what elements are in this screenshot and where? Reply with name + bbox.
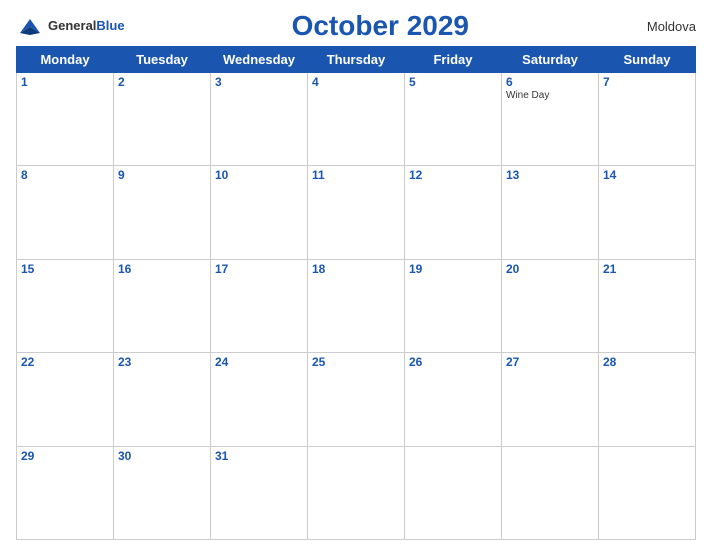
day-number: 27 [506,355,594,369]
calendar-cell: 29 [17,446,114,539]
calendar-week-3: 15 16 17 18 19 20 21 [17,259,696,352]
calendar-cell: 20 [502,259,599,352]
day-number: 7 [603,75,691,89]
calendar-cell: 3 [211,73,308,166]
day-number: 1 [21,75,109,89]
day-number: 25 [312,355,400,369]
logo-blue: Blue [96,18,124,33]
day-number: 9 [118,168,206,182]
weekday-header-thursday: Thursday [308,47,405,73]
calendar-week-4: 22 23 24 25 26 27 28 [17,353,696,446]
weekday-header-tuesday: Tuesday [114,47,211,73]
day-number: 31 [215,449,303,463]
calendar-cell [502,446,599,539]
day-number: 4 [312,75,400,89]
country-label: Moldova [636,19,696,34]
logo-bird-icon [16,15,44,37]
calendar-cell: 31 [211,446,308,539]
day-number: 2 [118,75,206,89]
calendar-cell: 25 [308,353,405,446]
calendar-cell: 2 [114,73,211,166]
day-number: 26 [409,355,497,369]
calendar-cell: 21 [599,259,696,352]
calendar-cell: 4 [308,73,405,166]
calendar-cell: 15 [17,259,114,352]
calendar-cell: 11 [308,166,405,259]
calendar-cell: 28 [599,353,696,446]
calendar-cell: 10 [211,166,308,259]
calendar-week-2: 89 10 11 12 13 14 [17,166,696,259]
day-number: 8 [21,168,109,182]
logo-general: General [48,18,96,33]
day-number: 22 [21,355,109,369]
calendar-cell: 24 [211,353,308,446]
calendar-table: MondayTuesdayWednesdayThursdayFridaySatu… [16,46,696,540]
calendar-week-1: 123456Wine Day7 [17,73,696,166]
calendar-cell: 17 [211,259,308,352]
calendar-cell: 18 [308,259,405,352]
calendar-cell [405,446,502,539]
calendar-cell: 23 [114,353,211,446]
calendar-cell [599,446,696,539]
day-number: 10 [215,168,303,182]
calendar-cell: 6Wine Day [502,73,599,166]
event-label: Wine Day [506,90,594,101]
calendar-cell: 9 [114,166,211,259]
calendar-cell: 14 [599,166,696,259]
day-number: 12 [409,168,497,182]
logo: GeneralBlue [16,15,125,37]
calendar-cell: 8 [17,166,114,259]
day-number: 3 [215,75,303,89]
weekday-header-row: MondayTuesdayWednesdayThursdayFridaySatu… [17,47,696,73]
calendar-cell: 7 [599,73,696,166]
weekday-header-wednesday: Wednesday [211,47,308,73]
calendar-cell: 26 [405,353,502,446]
calendar-title: October 2029 [125,10,636,42]
day-number: 28 [603,355,691,369]
calendar-cell: 12 [405,166,502,259]
calendar-week-5: 29 30 31 [17,446,696,539]
calendar-cell: 22 [17,353,114,446]
day-number: 15 [21,262,109,276]
logo-text: GeneralBlue [48,17,125,35]
weekday-header-monday: Monday [17,47,114,73]
day-number: 21 [603,262,691,276]
day-number: 24 [215,355,303,369]
day-number: 20 [506,262,594,276]
page-header: GeneralBlue October 2029 Moldova [16,10,696,42]
day-number: 19 [409,262,497,276]
weekday-header-sunday: Sunday [599,47,696,73]
day-number: 6 [506,75,594,89]
day-number: 30 [118,449,206,463]
calendar-cell: 27 [502,353,599,446]
day-number: 23 [118,355,206,369]
day-number: 16 [118,262,206,276]
calendar-cell: 19 [405,259,502,352]
weekday-header-friday: Friday [405,47,502,73]
calendar-cell: 30 [114,446,211,539]
calendar-cell: 16 [114,259,211,352]
day-number: 5 [409,75,497,89]
day-number: 11 [312,168,400,182]
calendar-cell [308,446,405,539]
calendar-cell: 13 [502,166,599,259]
weekday-header-saturday: Saturday [502,47,599,73]
day-number: 17 [215,262,303,276]
day-number: 13 [506,168,594,182]
day-number: 29 [21,449,109,463]
calendar-cell: 1 [17,73,114,166]
calendar-cell: 5 [405,73,502,166]
day-number: 14 [603,168,691,182]
day-number: 18 [312,262,400,276]
